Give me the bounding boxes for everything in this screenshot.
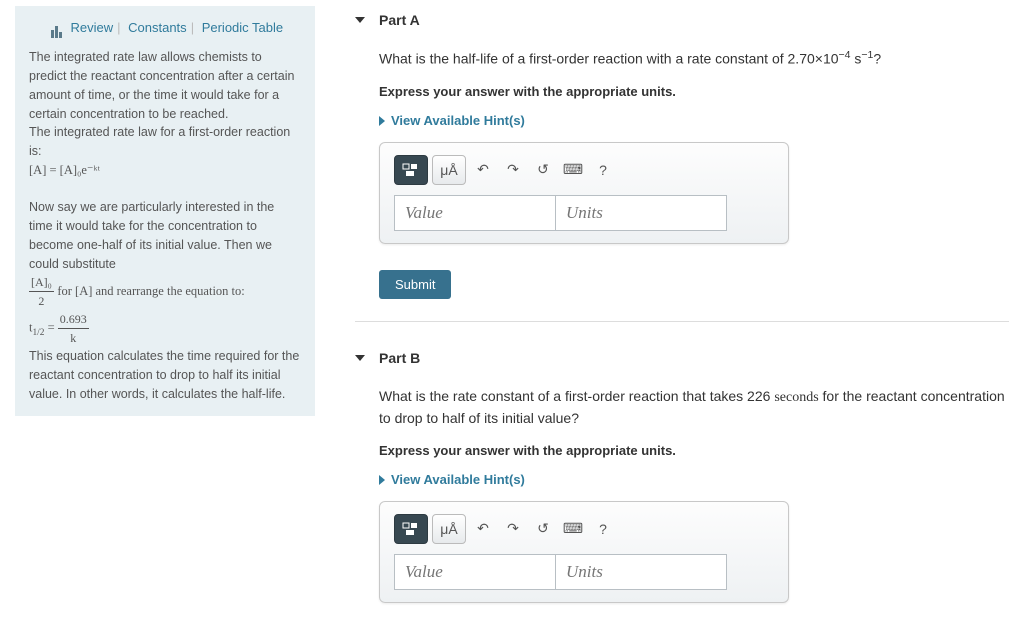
submit-button[interactable]: Submit <box>379 270 451 299</box>
templates-button[interactable] <box>394 155 428 185</box>
review-link[interactable]: Review <box>71 20 114 35</box>
part-b-answer-box: μÅ ↶ ↷ ↺ ⌨ ? <box>379 501 789 603</box>
units-input[interactable] <box>556 195 727 231</box>
periodic-table-link[interactable]: Periodic Table <box>202 20 283 35</box>
templates-button[interactable] <box>394 514 428 544</box>
help-button[interactable]: ? <box>590 515 616 543</box>
redo-button[interactable]: ↷ <box>500 515 526 543</box>
units-button[interactable]: μÅ <box>432 514 466 544</box>
constants-link[interactable]: Constants <box>128 20 187 35</box>
caret-down-icon <box>355 17 365 23</box>
sidebar-text: The integrated rate law for a first-orde… <box>29 123 301 161</box>
main-content: Part A What is the half-life of a first-… <box>355 0 1009 617</box>
undo-button[interactable]: ↶ <box>470 156 496 184</box>
caret-down-icon <box>355 355 365 361</box>
redo-button[interactable]: ↷ <box>500 156 526 184</box>
keyboard-button[interactable]: ⌨ <box>560 515 586 543</box>
triangle-right-icon <box>379 116 385 126</box>
help-button[interactable]: ? <box>590 156 616 184</box>
equation-2: [A]₀2 for [A] and rearrange the equation… <box>29 273 301 310</box>
part-a-question: What is the half-life of a first-order r… <box>379 48 1009 70</box>
part-a-header[interactable]: Part A <box>355 6 1009 34</box>
sidebar-links: Review| Constants| Periodic Table <box>29 18 301 38</box>
reset-button[interactable]: ↺ <box>530 515 556 543</box>
part-b-question: What is the rate constant of a first-ord… <box>379 386 1009 429</box>
part-a-instruction: Express your answer with the appropriate… <box>379 84 1009 99</box>
units-button[interactable]: μÅ <box>432 155 466 185</box>
info-sidebar: Review| Constants| Periodic Table The in… <box>15 6 315 416</box>
part-b-title: Part B <box>379 350 420 366</box>
keyboard-button[interactable]: ⌨ <box>560 156 586 184</box>
answer-toolbar: μÅ ↶ ↷ ↺ ⌨ ? <box>394 155 774 185</box>
triangle-right-icon <box>379 475 385 485</box>
part-b-header[interactable]: Part B <box>355 344 1009 372</box>
answer-toolbar: μÅ ↶ ↷ ↺ ⌨ ? <box>394 514 774 544</box>
value-input[interactable] <box>394 554 556 590</box>
units-input[interactable] <box>556 554 727 590</box>
sidebar-text: This equation calculates the time requir… <box>29 349 299 401</box>
sidebar-text: Now say we are particularly interested i… <box>29 198 301 273</box>
bar-chart-icon <box>51 19 63 39</box>
undo-button[interactable]: ↶ <box>470 515 496 543</box>
value-input[interactable] <box>394 195 556 231</box>
sidebar-text: The integrated rate law allows chemists … <box>29 48 301 123</box>
separator <box>355 321 1009 322</box>
part-a-answer-box: μÅ ↶ ↷ ↺ ⌨ ? <box>379 142 789 244</box>
part-b-hints[interactable]: View Available Hint(s) <box>379 472 1009 487</box>
equation-1: [A] = [A]₀e⁻ᵏᵗ <box>29 161 301 180</box>
reset-button[interactable]: ↺ <box>530 156 556 184</box>
part-b-instruction: Express your answer with the appropriate… <box>379 443 1009 458</box>
part-a-hints[interactable]: View Available Hint(s) <box>379 113 1009 128</box>
equation-3: t1/2 = 0.693k <box>29 310 301 347</box>
part-a-title: Part A <box>379 12 420 28</box>
